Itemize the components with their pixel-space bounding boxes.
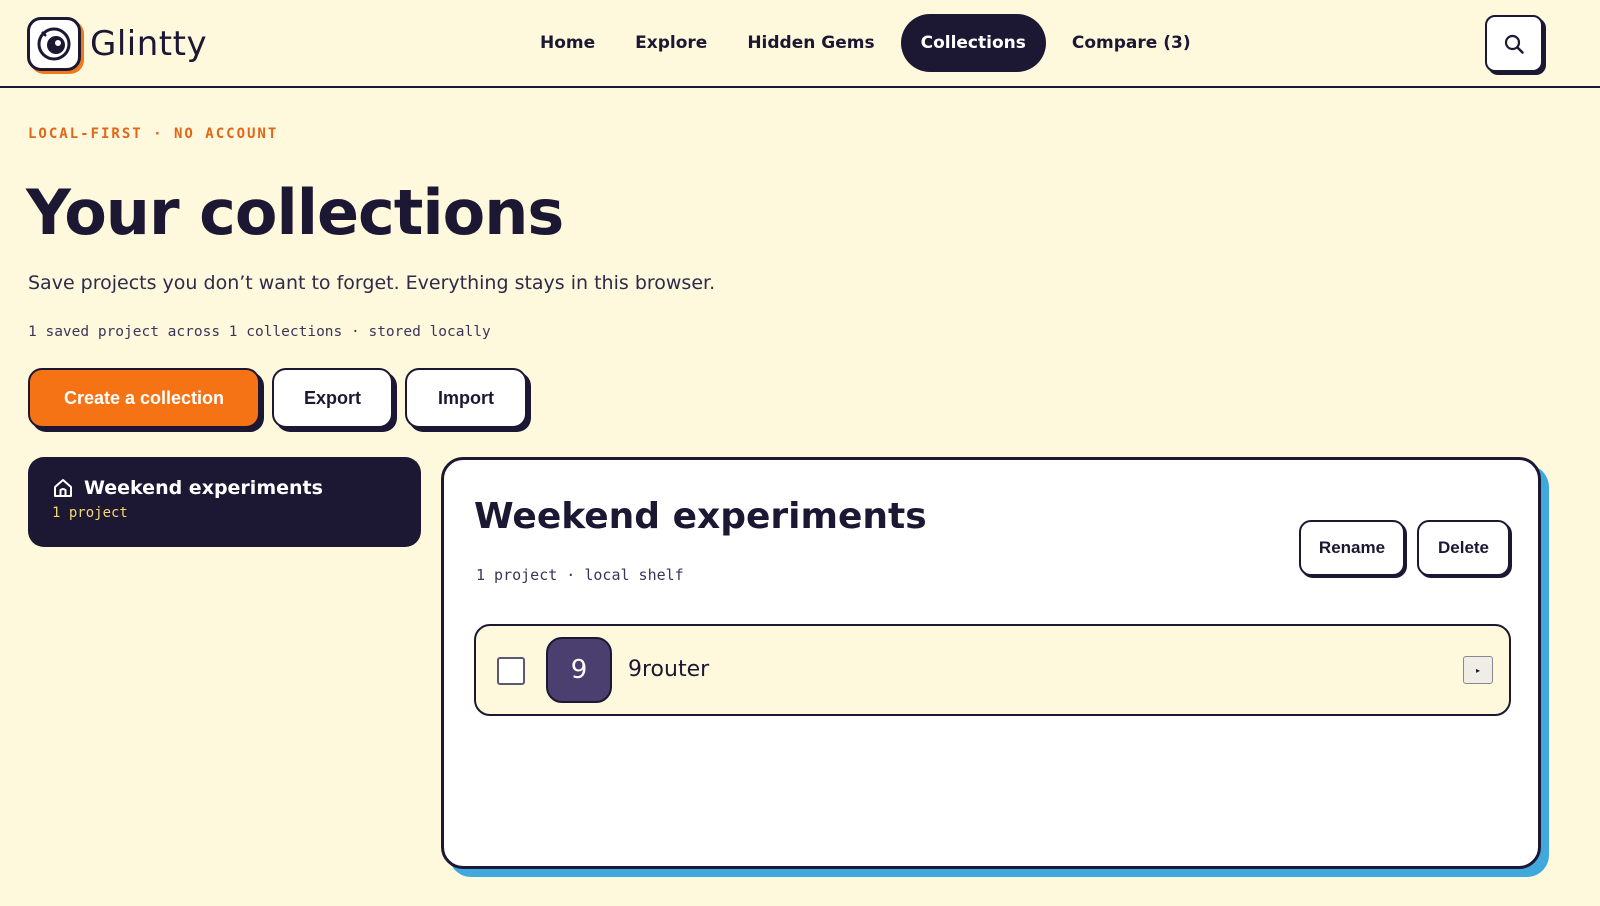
rename-button[interactable]: Rename [1299,520,1405,576]
eyebrow-label: LOCAL-FIRST · NO ACCOUNT [28,126,279,142]
project-select-checkbox[interactable] [497,657,525,685]
nav-hidden-gems[interactable]: Hidden Gems [727,14,894,72]
nav-home[interactable]: Home [520,14,615,72]
sidebar-item-weekend-experiments[interactable]: Weekend experiments 1 project [28,457,421,547]
create-collection-button[interactable]: Create a collection [28,368,260,428]
nav-explore[interactable]: Explore [615,14,727,72]
expand-arrow-icon[interactable]: ▸ [1463,656,1493,684]
export-button[interactable]: Export [272,368,393,428]
project-row[interactable]: 9 9router ▸ [474,624,1511,716]
project-avatar: 9 [546,637,612,703]
app-logo[interactable]: Glintty [27,17,207,71]
collection-actions: Create a collection Export Import [28,368,539,428]
sidebar-item-title: Weekend experiments [52,477,421,499]
nav-compare[interactable]: Compare (3) [1052,14,1211,72]
import-button[interactable]: Import [405,368,527,428]
sidebar-item-count: 1 project [52,505,128,521]
top-navigation-bar: Glintty Home Explore Hidden Gems Collect… [0,0,1600,88]
collection-meta: 1 project · local shelf [476,566,684,584]
project-name[interactable]: 9router [628,657,709,682]
collection-panel: Weekend experiments 1 project · local sh… [441,457,1541,869]
sidebar-item-label: Weekend experiments [84,477,323,499]
delete-button[interactable]: Delete [1417,520,1510,576]
search-icon [1504,34,1524,54]
logo-mark-icon [27,17,81,71]
page-subtitle: Save projects you don’t want to forget. … [28,272,716,294]
page-title: Your collections [26,176,564,249]
collection-panel-actions: Rename Delete [1287,520,1510,576]
main-nav: Home Explore Hidden Gems Collections Com… [520,14,1211,72]
collection-title: Weekend experiments [474,496,927,537]
home-icon [54,479,72,497]
nav-collections[interactable]: Collections [900,14,1046,72]
saved-stats: 1 saved project across 1 collections · s… [28,324,491,340]
search-button[interactable] [1485,15,1543,72]
app-name: Glintty [90,24,208,64]
